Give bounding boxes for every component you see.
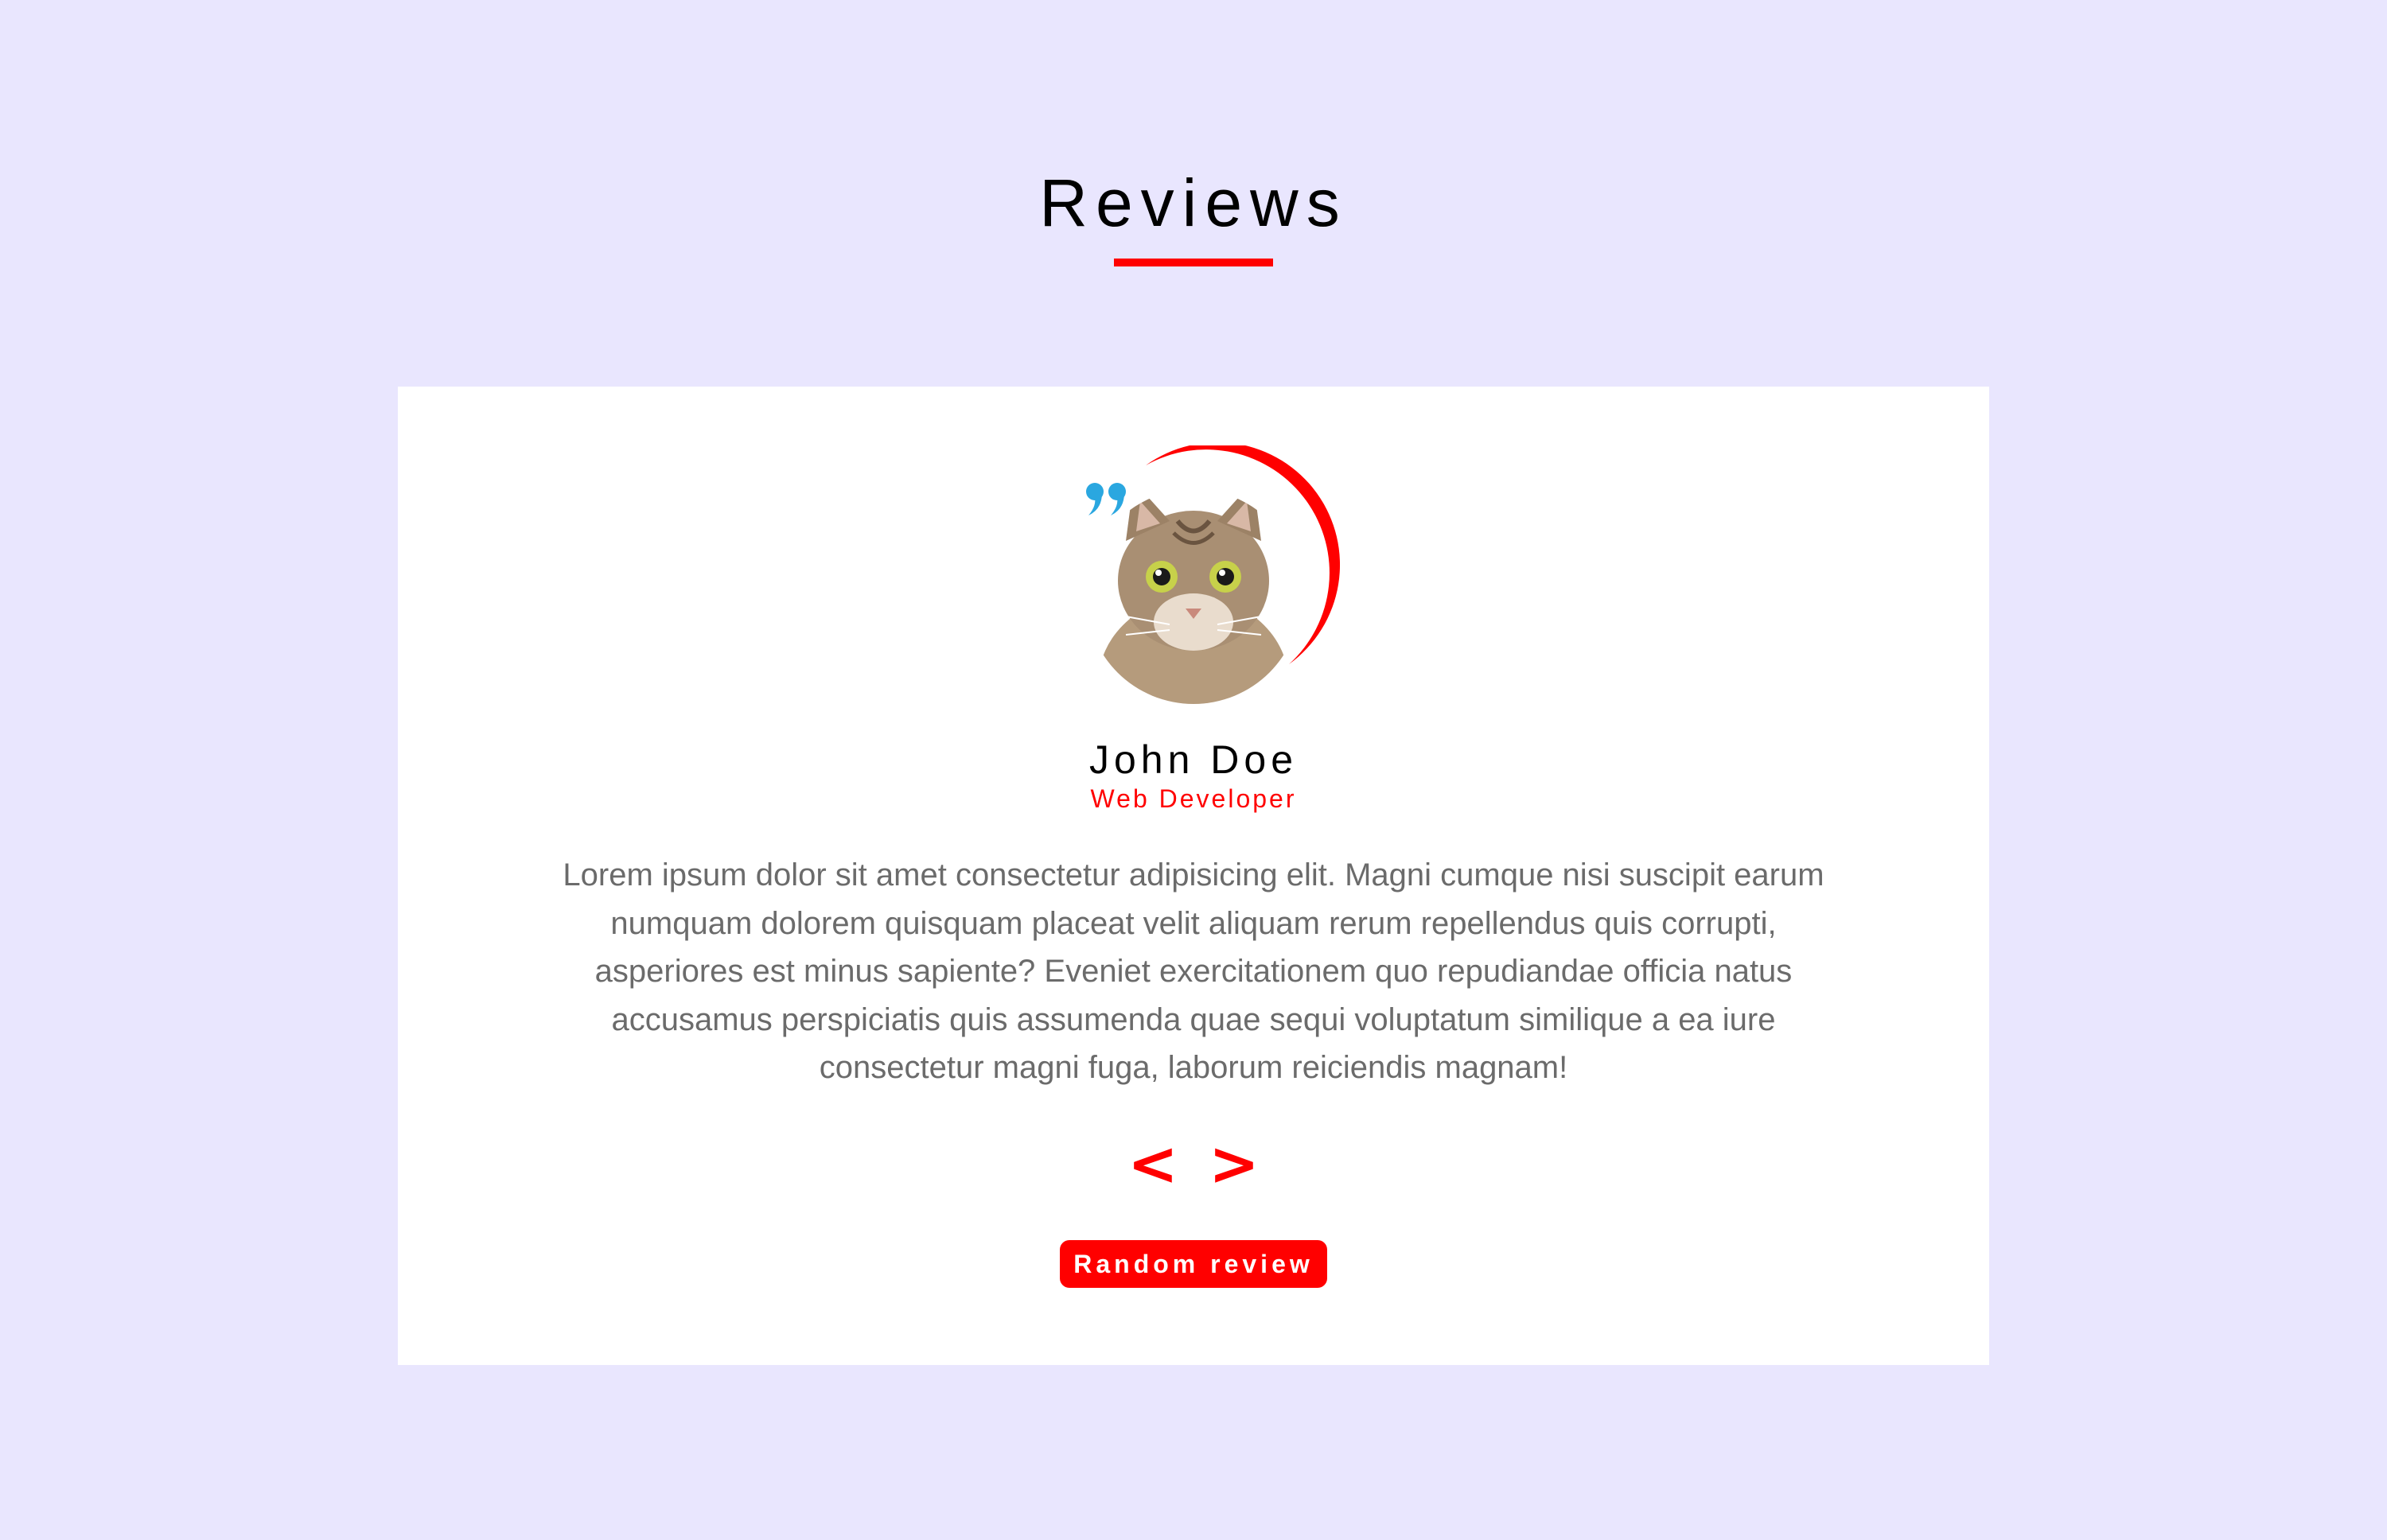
- reviewer-name: John Doe: [1088, 737, 1299, 782]
- avatar-graphic: [1086, 445, 1341, 704]
- prev-review-button[interactable]: <: [1125, 1128, 1181, 1200]
- random-review-button[interactable]: Random review: [1060, 1240, 1327, 1288]
- avatar-image: [1086, 489, 1301, 704]
- page: Reviews John Doe Web Developer Lorem ips…: [0, 0, 2387, 1540]
- section-title: Reviews: [1039, 165, 1348, 240]
- quote-icon: [1086, 483, 1126, 515]
- avatar-container: [1058, 445, 1345, 732]
- reviewer-job-title: Web Developer: [1090, 784, 1297, 813]
- review-text: Lorem ipsum dolor sit amet consectetur a…: [563, 858, 1824, 1085]
- next-review-button[interactable]: >: [1206, 1128, 1262, 1200]
- title-underline: [1114, 259, 1273, 266]
